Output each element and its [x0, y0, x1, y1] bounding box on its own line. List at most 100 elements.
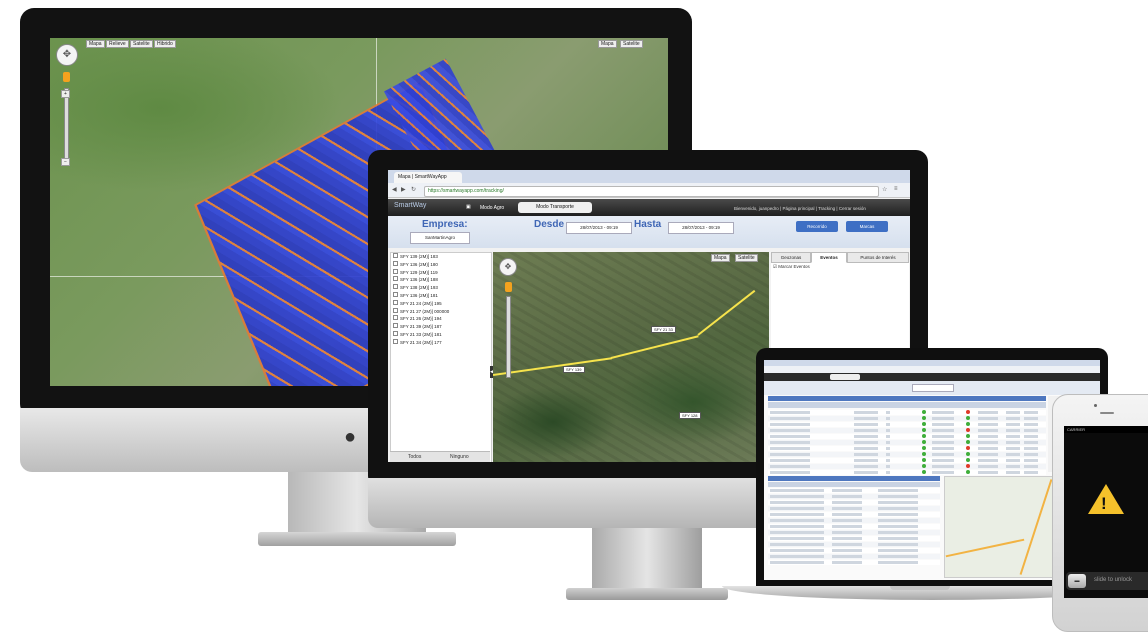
user-links[interactable]: Bienvenido, juanpedro | Página principal… [734, 206, 866, 211]
table-cell [770, 465, 810, 468]
star-icon[interactable]: ☆ [882, 186, 887, 193]
forward-icon[interactable]: ▶ [401, 186, 406, 193]
map-view-button[interactable]: Mapa [598, 40, 617, 48]
zoom-slider[interactable] [506, 296, 511, 378]
table-row[interactable] [768, 470, 1046, 475]
vehicle-item[interactable]: SFY 136 (2M)] 188 [391, 276, 491, 284]
table-cell [1024, 453, 1038, 456]
unlock-knob-icon[interactable]: ▬ [1068, 574, 1086, 588]
table-cell [932, 453, 954, 456]
select-all-button[interactable]: Todos [408, 454, 421, 460]
date-input[interactable] [912, 384, 954, 392]
tractor-icon: ▣ [466, 204, 471, 210]
table-row[interactable] [768, 416, 1046, 421]
table-row[interactable] [768, 428, 1046, 433]
vehicle-marker-label[interactable]: SFY 21 33 [651, 326, 676, 333]
desde-date-input[interactable]: 28/07/2013 - 09:19 [566, 222, 632, 234]
vehicle-item[interactable]: SFY 21 34 (2M)] 177 [391, 338, 491, 347]
menu-icon[interactable]: ≡ [894, 186, 898, 192]
zoom-slider[interactable] [64, 88, 69, 166]
vehicle-marker-label[interactable]: SFY 128 [679, 412, 701, 419]
address-bar[interactable]: https://smartwayapp.com/tracking/ [424, 186, 879, 197]
mode-transport-link[interactable] [830, 374, 860, 380]
hasta-date-input[interactable]: 28/07/2013 - 09:19 [668, 222, 734, 234]
table-row[interactable] [768, 446, 1046, 451]
map-type-button[interactable]: Mapa [86, 40, 105, 48]
laptop-screen [764, 360, 1100, 580]
table-cell [878, 507, 918, 510]
table-row[interactable] [768, 434, 1046, 439]
marcas-button[interactable]: Marcas [846, 221, 888, 232]
map-view-button[interactable]: Satelite [735, 254, 758, 262]
street-view-pegman-icon[interactable] [63, 72, 70, 82]
vehicle-label: SFY 136 (2M)] 188 [400, 277, 438, 283]
map-type-button[interactable]: Satelite [130, 40, 153, 48]
zoom-in-icon[interactable]: + [61, 90, 70, 98]
zoom-out-icon[interactable]: − [61, 158, 70, 166]
detail-row [768, 536, 940, 541]
vehicle-item[interactable]: SFY 21 39 (2M)] 187 [391, 323, 491, 331]
table-cell [832, 531, 862, 534]
table-row[interactable] [768, 458, 1046, 463]
table-cell [886, 423, 890, 426]
table-cell [832, 555, 862, 558]
back-icon[interactable]: ◀ [392, 186, 397, 193]
mode-agro-link[interactable]: Modo Agro [480, 205, 504, 211]
select-none-button[interactable]: Ninguno [450, 454, 469, 460]
table-cell [854, 417, 878, 420]
vehicle-item[interactable]: SFY 136 (2M)] 181 [391, 291, 491, 300]
status-dot-icon [966, 422, 970, 426]
table-row[interactable] [768, 410, 1046, 415]
status-dot-icon [922, 452, 926, 456]
monitor-stand-base [566, 588, 728, 600]
tab-puntos-interes[interactable]: Puntos de Interés [847, 252, 909, 263]
table-cell [770, 531, 824, 534]
mode-transport-link[interactable]: Modo Transporte [518, 202, 592, 213]
recorrido-button[interactable]: Recorrido [796, 221, 838, 232]
table-cell [770, 519, 824, 522]
desde-label: Desde [534, 219, 565, 230]
vehicle-item[interactable]: SFY 129 (2M)] 119 [391, 268, 491, 277]
map-type-button[interactable]: Hibrido [154, 40, 176, 48]
vehicle-item[interactable]: SFY 138 (2M)] 193 [391, 284, 491, 292]
table-cell [1024, 465, 1038, 468]
vehicle-item[interactable]: SFY 21 27 (2M)] 000000 [391, 307, 491, 316]
table-row[interactable] [768, 422, 1046, 427]
carrier-label: CARRIER [1067, 427, 1086, 432]
vehicle-item[interactable]: SFY 21 33 (2M)] 181 [391, 330, 491, 339]
table-row[interactable] [768, 464, 1046, 469]
table-cell [770, 537, 824, 540]
table-row[interactable] [768, 440, 1046, 445]
vehicle-marker-label[interactable]: SFY 139 [563, 366, 585, 373]
pan-control-icon[interactable]: ✥ [499, 258, 517, 276]
table-cell [978, 471, 998, 474]
table-cell [886, 411, 890, 414]
status-dot-icon [922, 446, 926, 450]
tab-geozonas[interactable]: Geozonas [771, 252, 811, 263]
map-view-button[interactable]: Mapa [711, 254, 730, 262]
satellite-map[interactable]: ✥ Mapa Satelite SFY 21 33 SFY 139 SFY 12… [493, 252, 769, 462]
browser-tab[interactable]: Mapa | SmartWayApp [394, 172, 462, 183]
mark-events-checkbox[interactable]: ☑ Marcar Eventos [773, 264, 810, 270]
status-dot-icon [922, 434, 926, 438]
vehicle-item[interactable]: SFY 21 24 (2M)] 195 [391, 299, 491, 308]
vehicle-item[interactable]: SFY 136 (2M)] 180 [391, 260, 491, 269]
pan-control-icon[interactable]: ✥ [56, 44, 78, 66]
table-cell [932, 465, 954, 468]
street-view-pegman-icon[interactable] [505, 282, 512, 292]
table-cell [854, 441, 878, 444]
vehicle-item[interactable]: SFY 139 (2M)] 183 [391, 253, 491, 261]
empresa-select[interactable]: SanMartinAgro [410, 232, 470, 244]
table-cell [978, 429, 998, 432]
map-type-button[interactable]: Relieve [106, 40, 129, 48]
vehicle-item[interactable]: SFY 21 26 (2M)] 194 [391, 315, 491, 323]
road-line [1019, 479, 1053, 575]
map-view-button[interactable]: Satelite [620, 40, 643, 48]
status-dot-icon [922, 464, 926, 468]
reload-icon[interactable]: ↻ [411, 186, 416, 193]
table-cell [978, 441, 998, 444]
tab-eventos[interactable]: Eventos [811, 252, 847, 263]
table-row[interactable] [768, 452, 1046, 457]
mark-events-label: Marcar Eventos [778, 264, 810, 269]
vehicle-label: SFY 136 (2M)] 181 [400, 292, 438, 298]
